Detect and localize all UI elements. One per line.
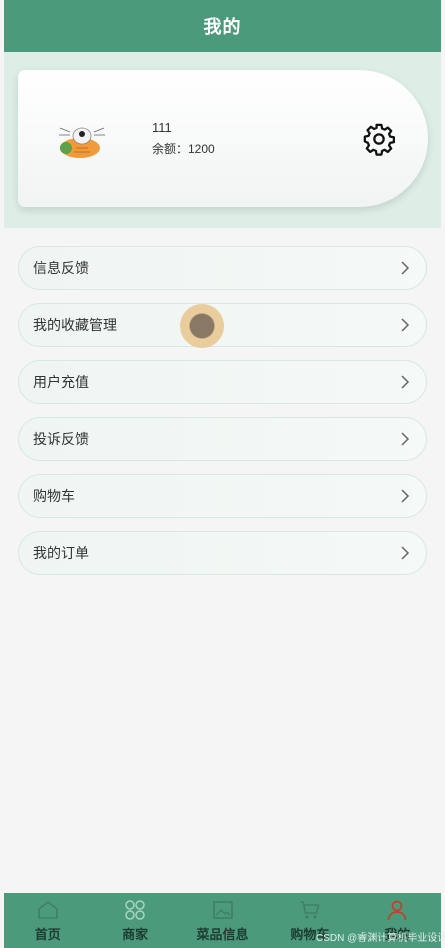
menu-item-label: 用户充值 [33, 374, 89, 390]
menu-list: 信息反馈 我的收藏管理 用户充值 投诉反馈 购物车 我的订单 [18, 246, 427, 588]
menu-item-recharge[interactable]: 用户充值 [18, 360, 427, 404]
chevron-right-icon [401, 489, 410, 503]
tab-merchants[interactable]: 商家 [91, 893, 178, 948]
page-header: 我的 [4, 0, 441, 52]
chevron-right-icon [401, 546, 410, 560]
balance-text: 余额：1200 [152, 142, 215, 156]
menu-item-label: 我的收藏管理 [33, 317, 117, 333]
menu-item-feedback[interactable]: 信息反馈 [18, 246, 427, 290]
page-title: 我的 [203, 17, 242, 37]
menu-item-label: 我的订单 [33, 545, 89, 561]
tab-label: 首页 [34, 927, 61, 942]
tab-label: 菜品信息 [196, 927, 249, 942]
menu-item-label: 信息反馈 [33, 260, 89, 276]
profile-card: 111 余额：1200 [18, 70, 428, 207]
gear-icon[interactable] [362, 122, 396, 156]
menu-item-label: 购物车 [33, 488, 75, 504]
touch-indicator [180, 304, 224, 348]
menu-item-orders[interactable]: 我的订单 [18, 531, 427, 575]
cart-icon [299, 901, 320, 919]
menu-item-cart[interactable]: 购物车 [18, 474, 427, 518]
tab-label: 商家 [122, 927, 149, 942]
chevron-right-icon [401, 432, 410, 446]
tab-dishes[interactable]: 菜品信息 [179, 893, 266, 948]
image-icon [212, 901, 233, 919]
watermark: CSDN @睿渊计算机毕业设计 [316, 933, 445, 944]
username: 111 [152, 120, 172, 135]
menu-item-label: 投诉反馈 [33, 431, 89, 447]
grid-icon [125, 900, 145, 920]
user-icon [387, 900, 407, 921]
home-icon [37, 900, 58, 919]
avatar [59, 127, 105, 158]
chevron-right-icon [401, 318, 410, 332]
chevron-right-icon [401, 261, 410, 275]
menu-item-complaint[interactable]: 投诉反馈 [18, 417, 427, 461]
chevron-right-icon [401, 375, 410, 389]
tab-home[interactable]: 首页 [4, 893, 91, 948]
